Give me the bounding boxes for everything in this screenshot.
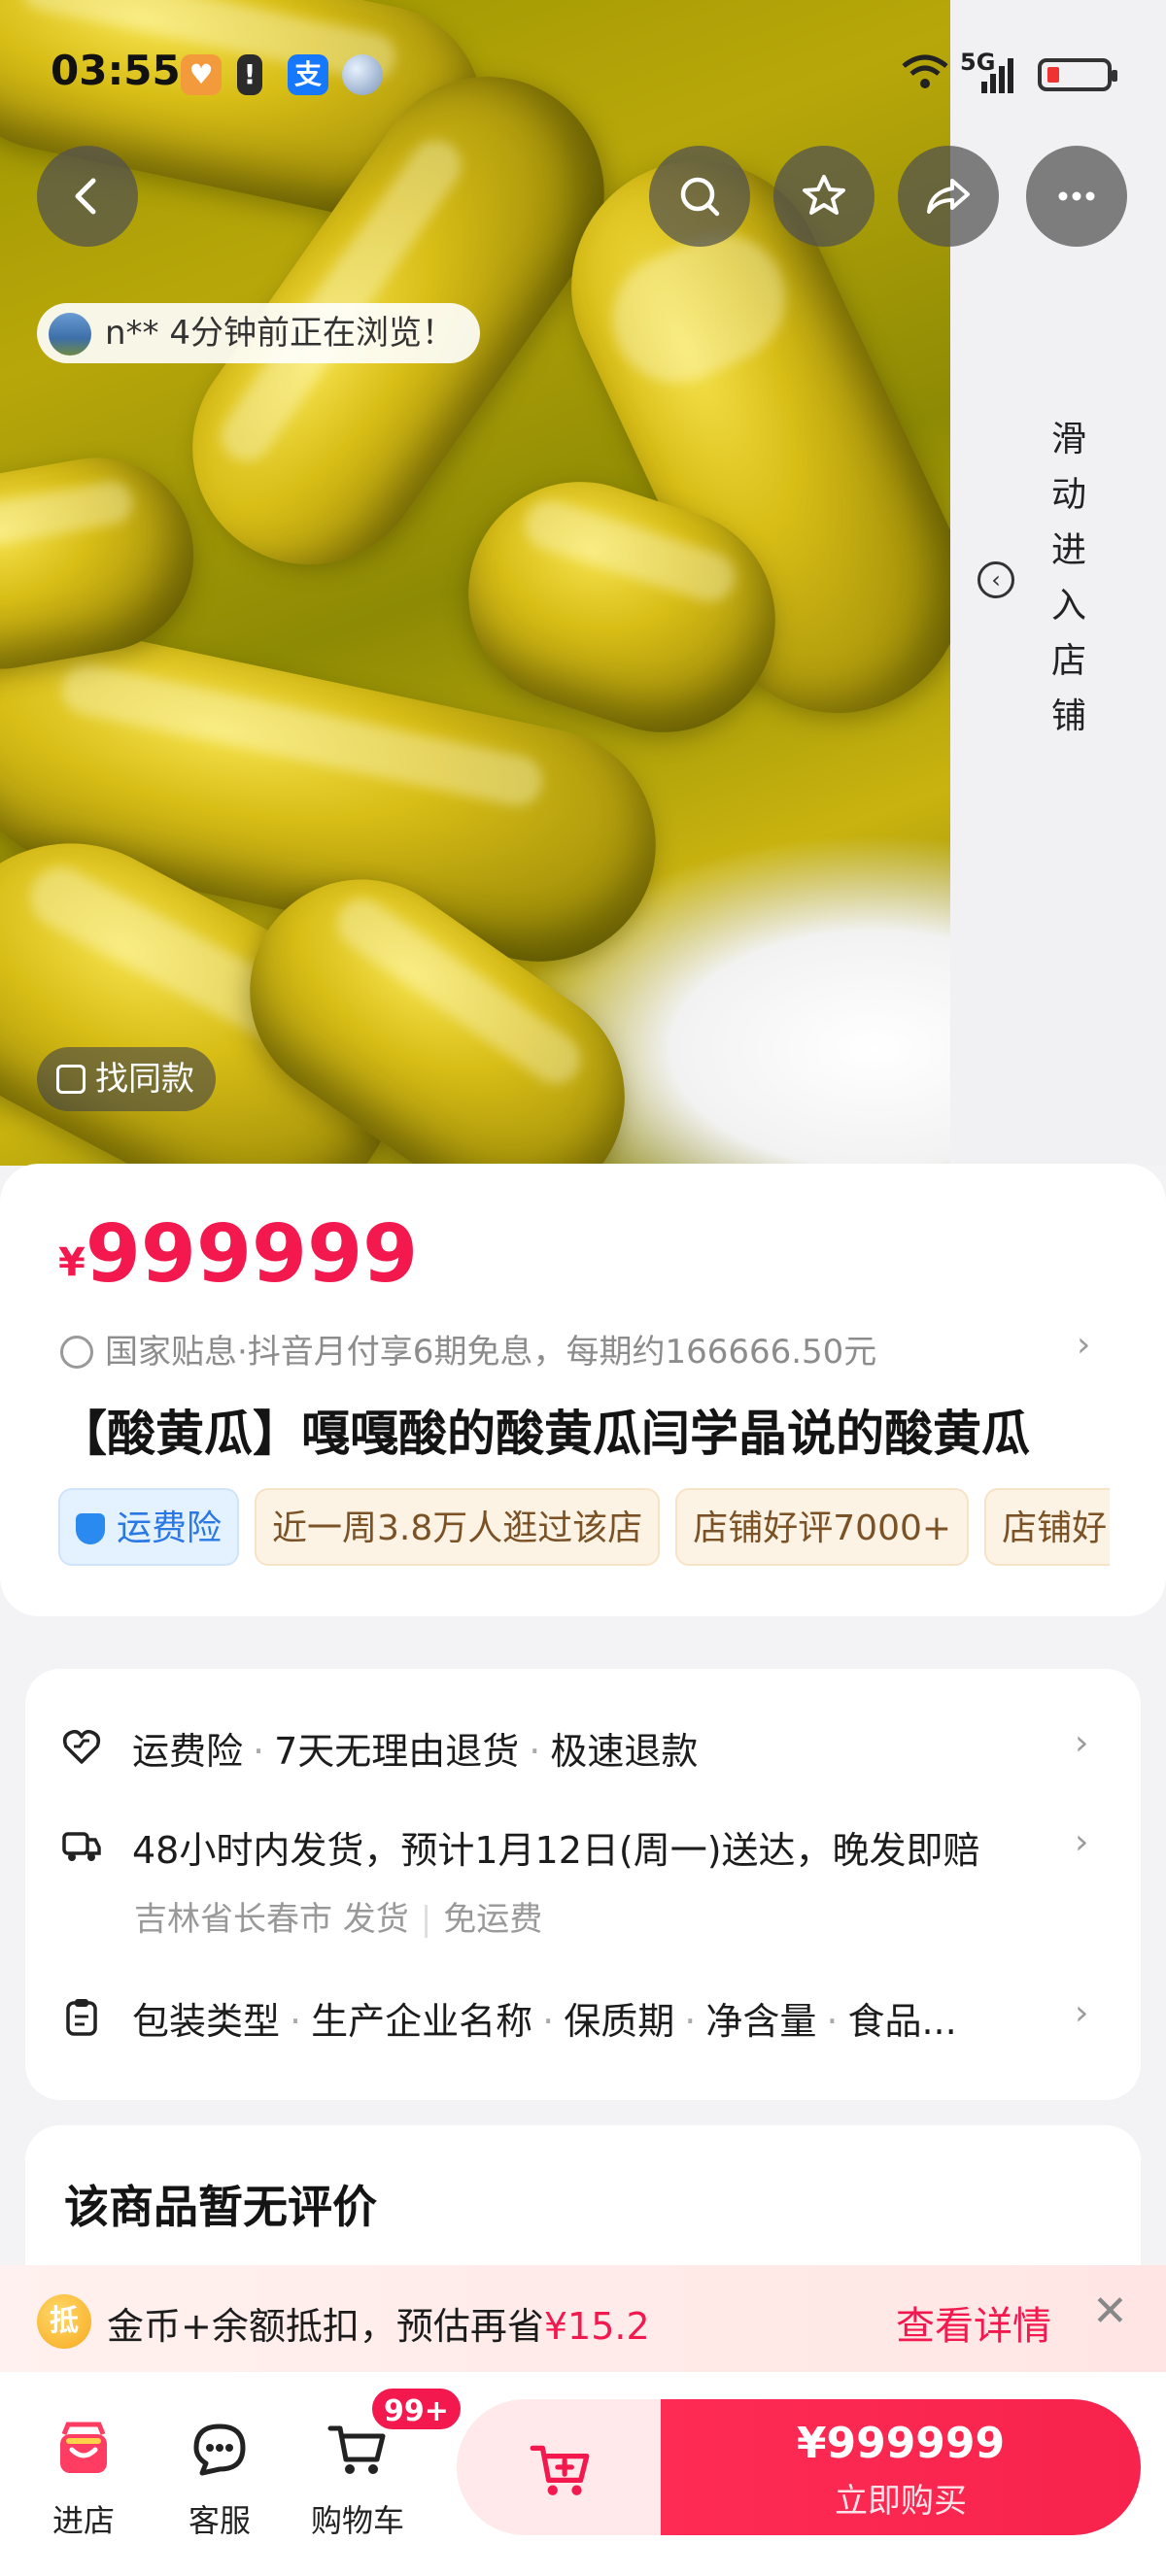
- product-price: ¥999999: [58, 1208, 419, 1301]
- viewer-text: n** 4分钟前正在浏览！: [105, 314, 455, 353]
- tag-visitors[interactable]: 近一周3.8万人逛过该店: [255, 1488, 661, 1566]
- star-icon: [803, 175, 845, 215]
- share-icon: [927, 179, 970, 214]
- product-title: 【酸黄瓜】嘎嘎酸的酸黄瓜闫学晶说的酸黄瓜: [58, 1406, 1030, 1462]
- reviews-title: 该商品暂无评价: [64, 2181, 377, 2233]
- favorite-button[interactable]: [773, 146, 874, 247]
- tab-cart[interactable]: 购物车: [307, 2419, 408, 2541]
- heart-shield-icon: [62, 1729, 101, 1764]
- shopping-bag-icon: ♥: [181, 54, 222, 95]
- tab-customer-service[interactable]: 客服: [171, 2419, 268, 2541]
- alert-icon: !: [237, 54, 262, 95]
- tag-good-reviews[interactable]: 店铺好评7000+: [675, 1488, 970, 1566]
- installment-info[interactable]: 国家贴息·抖音月付享6期免息，每期约166666.50元: [60, 1325, 876, 1373]
- orb-icon: [342, 54, 383, 95]
- status-time: 03:55: [51, 47, 181, 94]
- buy-now-price: ¥999999: [796, 2419, 1006, 2468]
- chevron-left-icon: [75, 178, 96, 215]
- more-button[interactable]: [1026, 146, 1127, 247]
- truck-icon: [62, 1832, 101, 1861]
- cart-add-icon: [530, 2445, 590, 2495]
- wifi-icon: [900, 52, 950, 95]
- cart-count-badge: 99+: [369, 2386, 463, 2432]
- share-button[interactable]: [898, 146, 999, 247]
- tab-store[interactable]: 进店: [35, 2419, 132, 2541]
- buy-now-label: 立即购买: [835, 2482, 967, 2521]
- recent-viewer-notice: n** 4分钟前正在浏览！: [37, 303, 480, 363]
- more-icon: [1058, 191, 1095, 201]
- close-icon[interactable]: ✕: [1092, 2287, 1128, 2336]
- slide-left-icon: ‹: [977, 561, 1014, 598]
- promo-text: 金币+余额抵扣，预估再省¥15.2: [107, 2305, 650, 2348]
- product-image-gallery[interactable]: ‹ 滑 动 进 入 店 铺 03:55 ♥ ! 支 5G n** 4分钟前正在浏…: [0, 0, 1166, 1166]
- back-button[interactable]: [37, 146, 138, 247]
- find-similar-label: 找同款: [95, 1060, 194, 1099]
- scan-icon: [56, 1065, 86, 1094]
- clipboard-icon: [66, 1999, 97, 2036]
- guarantee-row[interactable]: 运费险 · 7天无理由退货 · 极速退款: [132, 1721, 698, 1775]
- search-icon: [680, 177, 720, 217]
- signal-icon: [981, 54, 1022, 97]
- buy-now-button[interactable]: ¥999999 立即购买: [661, 2399, 1141, 2535]
- alipay-icon: 支: [288, 54, 328, 95]
- battery-icon: [1038, 58, 1117, 91]
- search-button[interactable]: [649, 146, 750, 247]
- chevron-right-icon: ›: [1075, 1822, 1089, 1862]
- product-tags[interactable]: 运费险 近一周3.8万人逛过该店 店铺好评7000+ 店铺好: [58, 1488, 1110, 1566]
- product-params-row[interactable]: 包装类型 · 生产企业名称 · 保质期 · 净含量 · 食品...: [132, 1991, 957, 2045]
- shield-icon: [76, 1513, 105, 1544]
- view-details-link[interactable]: 查看详情: [896, 2294, 1051, 2351]
- find-similar-button[interactable]: 找同款: [37, 1047, 216, 1111]
- chevron-right-icon: ›: [1075, 1993, 1089, 2033]
- shipping-row[interactable]: 48小时内发货，预计1月12日(周一)送达，晚发即赔: [132, 1820, 980, 1874]
- tag-shipping-insurance[interactable]: 运费险: [58, 1488, 240, 1566]
- add-to-cart-button[interactable]: [457, 2399, 670, 2535]
- tag-store-rating[interactable]: 店铺好: [984, 1488, 1110, 1566]
- chat-icon: [193, 2423, 246, 2476]
- douyin-icon: [60, 1336, 93, 1369]
- shipping-origin: 吉林省长春市 发货 | 免运费: [134, 1900, 543, 1939]
- chevron-right-icon: ›: [1075, 1723, 1089, 1763]
- avatar: [49, 313, 91, 356]
- deduct-badge-icon: 抵: [37, 2294, 91, 2349]
- store-icon: [60, 2422, 107, 2473]
- enter-store-hint: 滑 动 进 入 店 铺: [1050, 420, 1086, 736]
- chevron-right-icon: ›: [1077, 1325, 1091, 1365]
